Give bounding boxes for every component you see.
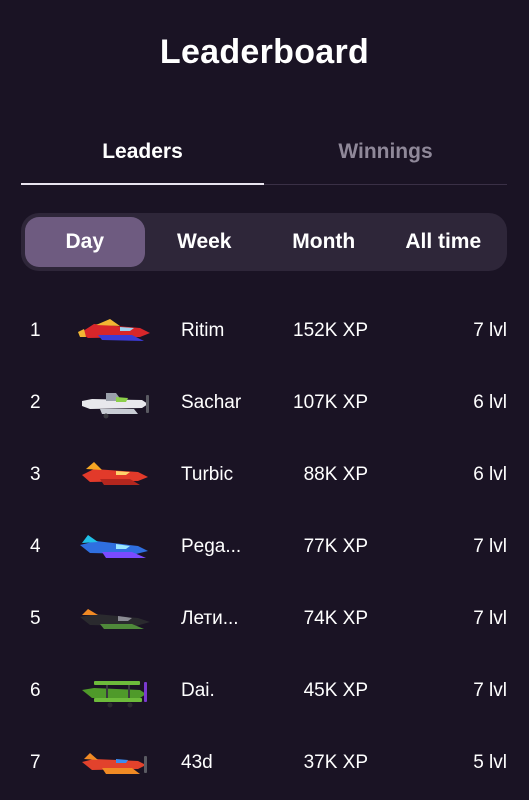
red-jet-plane-icon bbox=[82, 462, 148, 485]
player-level: 6 lvl bbox=[473, 464, 507, 485]
tab-leaders[interactable]: Leaders bbox=[21, 130, 264, 185]
player-name: 43d bbox=[181, 752, 213, 773]
leader-row[interactable]: 7 43d 37K XP 5 lvl bbox=[0, 727, 529, 799]
player-xp: 74K XP bbox=[303, 608, 368, 629]
player-name: Pega... bbox=[181, 536, 242, 557]
rank-number: 2 bbox=[30, 392, 41, 413]
player-level: 7 lvl bbox=[473, 536, 507, 557]
white-prop-plane-icon bbox=[82, 393, 149, 419]
player-xp: 107K XP bbox=[293, 392, 368, 413]
rank-number: 3 bbox=[30, 464, 41, 485]
period-selector: Day Week Month All time bbox=[21, 213, 507, 271]
player-xp: 88K XP bbox=[303, 464, 368, 485]
rank-number: 7 bbox=[30, 752, 41, 773]
player-name: Sachar bbox=[181, 392, 242, 413]
leader-row[interactable]: 4 Pega... 77K XP 7 lvl bbox=[0, 511, 529, 583]
period-all-time-button[interactable]: All time bbox=[384, 217, 504, 267]
player-xp: 45K XP bbox=[303, 680, 368, 701]
leader-row[interactable]: 1 Ritim 152K XP 7 lvl bbox=[0, 295, 529, 367]
leaderboard-tabs: Leaders Winnings bbox=[21, 130, 507, 185]
player-xp: 77K XP bbox=[303, 536, 368, 557]
green-biplane-icon bbox=[82, 681, 147, 708]
rank-number: 1 bbox=[30, 320, 41, 341]
tab-winnings[interactable]: Winnings bbox=[264, 130, 507, 184]
player-level: 5 lvl bbox=[473, 752, 507, 773]
player-level: 7 lvl bbox=[473, 680, 507, 701]
black-jet-plane-icon bbox=[80, 609, 150, 629]
player-name: Ritim bbox=[181, 320, 225, 341]
rank-number: 4 bbox=[30, 536, 41, 557]
period-month-button[interactable]: Month bbox=[264, 217, 384, 267]
player-level: 7 lvl bbox=[473, 320, 507, 341]
player-name: Turbic bbox=[181, 464, 234, 485]
blue-jet-plane-icon bbox=[80, 535, 148, 558]
player-name: Лети... bbox=[181, 608, 239, 629]
red-jet-plane-icon bbox=[78, 319, 150, 341]
page-title: Leaderboard bbox=[159, 33, 370, 71]
player-xp: 152K XP bbox=[293, 320, 368, 341]
leader-row[interactable]: 2 Sachar 107K XP 6 lvl bbox=[0, 367, 529, 439]
leaders-list: 1 Ritim 152K XP 7 lvl 2 Sachar 107K XP 6… bbox=[0, 295, 529, 799]
rank-number: 6 bbox=[30, 680, 41, 701]
leader-row[interactable]: 3 Turbic 88K XP 6 lvl bbox=[0, 439, 529, 511]
player-name: Dai. bbox=[181, 680, 215, 701]
player-level: 7 lvl bbox=[473, 608, 507, 629]
period-day-button[interactable]: Day bbox=[25, 217, 145, 267]
rank-number: 5 bbox=[30, 608, 41, 629]
leader-row[interactable]: 5 Лети... 74K XP 7 lvl bbox=[0, 583, 529, 655]
player-xp: 37K XP bbox=[303, 752, 368, 773]
period-week-button[interactable]: Week bbox=[145, 217, 265, 267]
player-level: 6 lvl bbox=[473, 392, 507, 413]
leader-row[interactable]: 6 Dai. 45K XP 7 lvl bbox=[0, 655, 529, 727]
red-prop-plane-icon bbox=[82, 753, 147, 774]
